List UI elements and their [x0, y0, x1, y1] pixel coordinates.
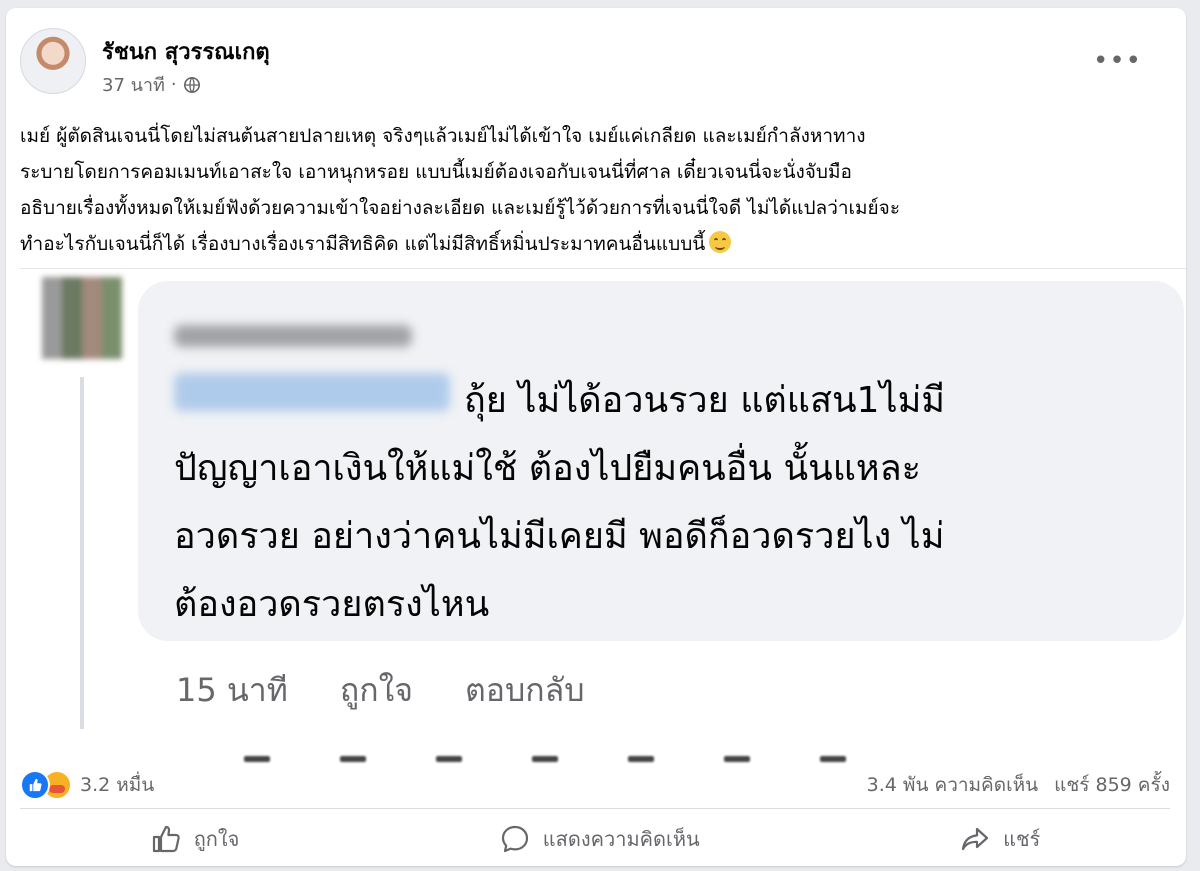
- engagement-counts: 3.4 พัน ความคิดเห็น แชร์ 859 ครั้ง: [867, 770, 1170, 800]
- more-options-button[interactable]: •••: [1093, 46, 1142, 76]
- blurred-commenter-name: [174, 325, 412, 347]
- reactions-summary[interactable]: 3.2 หมื่น: [20, 770, 154, 800]
- comment-time: 15 นาที: [176, 671, 288, 709]
- comment-label: แสดงความคิดเห็น: [542, 827, 700, 851]
- author-name[interactable]: รัชนก สุวรรณเกตุ: [102, 34, 270, 69]
- post-card: รัชนก สุวรรณเกตุ 37 นาที · ••• เมย์ ผู้ต…: [6, 8, 1186, 866]
- post-action-bar: ถูกใจ แสดงความคิดเห็น แชร์: [20, 816, 1170, 862]
- author-avatar[interactable]: [20, 28, 86, 94]
- comment-text-line: อวดรวย อย่างว่าคนไม่มีเคยมี พอดีก็อวดรวย…: [174, 516, 945, 557]
- like-reaction-icon: [20, 770, 50, 800]
- globe-icon[interactable]: [183, 76, 201, 94]
- post-text-line-last: ทำอะไรกับเจนนี่ก็ได้ เรื่องบางเรื่องเราม…: [20, 226, 1170, 262]
- thumbs-up-icon: [152, 825, 180, 853]
- share-label: แชร์: [1003, 827, 1041, 851]
- comment-like-label: ถูกใจ: [339, 671, 413, 709]
- comments-count[interactable]: 3.4 พัน ความคิดเห็น: [867, 770, 1038, 800]
- thread-line: [80, 377, 84, 729]
- smiling-face-emoji-icon: [709, 231, 732, 253]
- meta-separator: ·: [170, 74, 177, 95]
- comment-text: ถุ้ย ไม่ได้อวนรวย แต่แสน1ไม่มี ปัญญาเอาเ…: [174, 367, 1164, 639]
- comment-actions: 15 นาที ถูกใจ ตอบกลับ: [176, 665, 585, 716]
- comment-reply-label: ตอบกลับ: [464, 671, 585, 709]
- reaction-icons: [20, 770, 72, 800]
- comment-bubble: ถุ้ย ไม่ได้อวนรวย แต่แสน1ไม่มี ปัญญาเอาเ…: [138, 281, 1184, 641]
- comment-text-line: ต้องอวดรวยตรงไหน: [174, 584, 490, 625]
- comment-button[interactable]: แสดงความคิดเห็น: [499, 823, 700, 855]
- reactions-bar: 3.2 หมื่น 3.4 พัน ความคิดเห็น แชร์ 859 ค…: [20, 762, 1170, 809]
- cropped-text-fragment: [244, 747, 964, 763]
- like-label: ถูกใจ: [193, 827, 240, 851]
- post-text-line: ระบายโดยการคอมเมนท์เอาสะใจ เอาหนุกหรอย แ…: [20, 161, 852, 183]
- like-button[interactable]: ถูกใจ: [150, 823, 240, 855]
- share-button[interactable]: แชร์: [959, 823, 1040, 855]
- reactions-count[interactable]: 3.2 หมื่น: [80, 770, 154, 800]
- post-text-line: ทำอะไรกับเจนนี่ก็ได้ เรื่องบางเรื่องเราม…: [20, 233, 706, 255]
- blurred-commenter-avatar: [42, 277, 122, 359]
- comment-screenshot-image: ถุ้ย ไม่ได้อวนรวย แต่แสน1ไม่มี ปัญญาเอาเ…: [20, 268, 1186, 763]
- shares-count[interactable]: แชร์ 859 ครั้ง: [1054, 770, 1170, 800]
- post-text-line: อธิบายเรื่องทั้งหมดให้เมย์ฟังด้วยความเข้…: [20, 197, 901, 219]
- comment-text-line: ปัญญาเอาเงินให้แม่ใช้ ต้องไปยืมคนอื่น นั…: [174, 448, 922, 489]
- post-text-line: เมย์ ผู้ตัดสินเจนนี่โดยไม่สนต้นสายปลายเห…: [20, 125, 866, 147]
- post-text: เมย์ ผู้ตัดสินเจนนี่โดยไม่สนต้นสายปลายเห…: [20, 118, 1170, 262]
- share-arrow-icon: [961, 827, 989, 851]
- comment-text-line: ถุ้ย ไม่ได้อวนรวย แต่แสน1ไม่มี: [464, 380, 946, 421]
- post-meta: 37 นาที ·: [102, 70, 201, 99]
- post-time[interactable]: 37 นาที: [102, 70, 165, 99]
- comment-bubble-icon: [501, 825, 528, 853]
